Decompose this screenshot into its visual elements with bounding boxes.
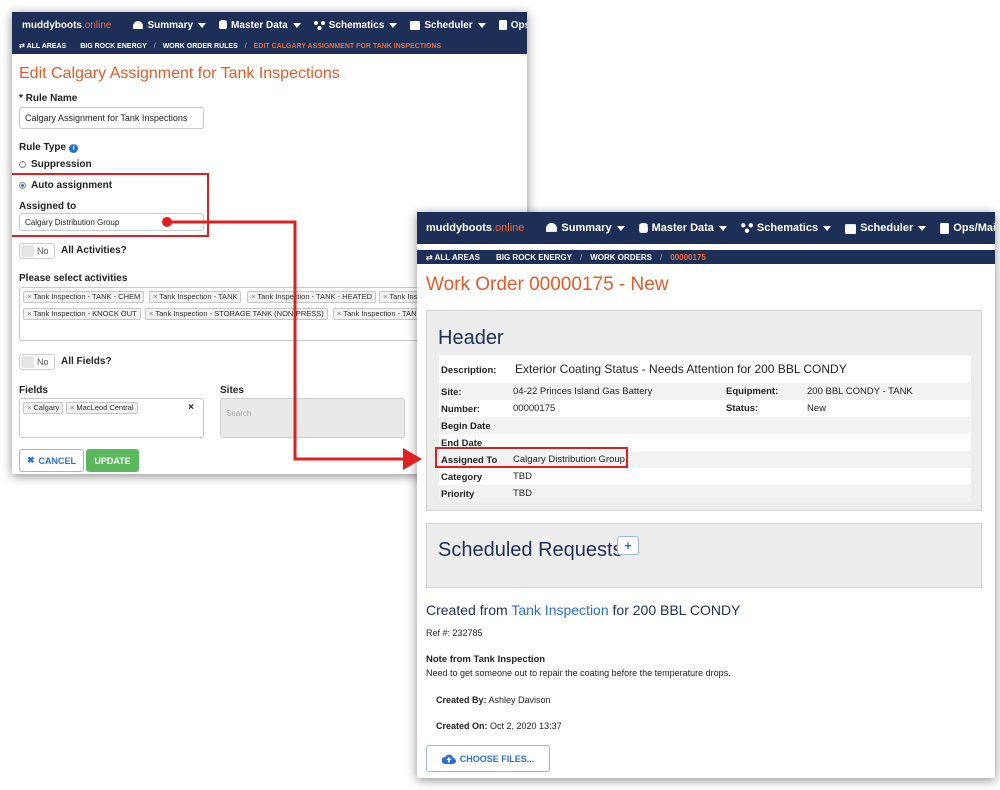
radio-icon — [19, 160, 26, 168]
detail-row: Begin Date — [439, 417, 971, 434]
detail-row: Site: 04-22 Princes Island Gas Battery Equ… — [439, 383, 971, 400]
rule-type-label: Rule Type i — [19, 142, 79, 153]
fields-select[interactable]: × Calgary × MacLeod Central × — [19, 398, 204, 438]
nav-scheduler[interactable]: Scheduler — [845, 222, 927, 234]
rule-name-label: * Rule Name — [19, 93, 78, 104]
work-order-window: muddyboots.online Summary Master Data Sc… — [417, 212, 995, 778]
activity-tag[interactable]: × Tank Inspection - TANK - HEATED — [247, 291, 377, 303]
database-icon — [219, 20, 228, 29]
note-title: Note from Tank Inspection — [426, 654, 546, 665]
fields-label: Fields — [19, 385, 48, 396]
dashboard-icon — [133, 20, 144, 29]
header-details: Description: Exterior Coating Status - Ne… — [439, 355, 971, 502]
all-activities-label: All Activities? — [61, 245, 127, 256]
cloud-upload-icon — [441, 754, 456, 764]
activity-tag[interactable]: × Tank Inspection - KNOCK OUT — [23, 308, 141, 320]
clear-icon[interactable]: × — [188, 402, 194, 413]
activity-tag[interactable]: × Tank Inspection - TAN — [333, 308, 421, 320]
crumb-company[interactable]: BIG ROCK ENERGY — [496, 253, 572, 262]
created-from-line: Created from Tank Inspection for 200 BBL… — [426, 602, 741, 618]
checklist-icon — [940, 222, 950, 234]
created-on: Created On: Oct 2, 2020 13:37 — [436, 721, 562, 731]
schematics-icon — [313, 20, 325, 30]
info-icon[interactable]: i — [69, 144, 79, 153]
detail-row: Priority TBD — [439, 485, 971, 502]
created-by: Created By: Ashley Davison — [436, 695, 551, 705]
all-activities-toggle[interactable]: No — [19, 243, 55, 259]
activity-tag[interactable]: × Tank Inspection - TANK — [149, 291, 242, 303]
crumb-all-areas[interactable]: ⇄ ALL AREAS — [426, 253, 488, 262]
nav-summary[interactable]: Summary — [546, 222, 625, 234]
nav-summary[interactable]: Summary — [133, 20, 207, 31]
nav-schematics[interactable]: Schematics — [313, 20, 398, 31]
highlight-assigned-to — [12, 173, 209, 237]
checklist-icon — [498, 20, 507, 30]
database-icon — [638, 222, 648, 233]
add-request-button[interactable]: + — [617, 536, 639, 555]
activity-tag[interactable]: × Tank Ins — [379, 291, 422, 303]
scheduled-requests-panel: Scheduled Requests + — [426, 523, 982, 588]
crumb-company[interactable]: BIG ROCK ENERGY — [80, 43, 147, 50]
crumb-current: 00000175 — [670, 252, 706, 262]
calendar-icon — [845, 223, 857, 234]
highlight-assigned-to — [435, 447, 628, 468]
tank-inspection-link[interactable]: Tank Inspection — [511, 602, 608, 618]
crumb-current: EDIT CALGARY ASSIGNMENT FOR TANK INSPECT… — [253, 42, 442, 50]
header-panel: Header Description: Exterior Coating Stat… — [426, 310, 982, 511]
schematics-icon — [740, 223, 753, 233]
calendar-icon — [410, 21, 421, 30]
choose-files-button[interactable]: CHOOSE FILES... — [426, 745, 550, 772]
field-tag[interactable]: × MacLeod Central — [66, 402, 138, 414]
nav-ops-maintenance[interactable]: Ops/Maintenance — [498, 20, 527, 31]
top-nav: muddyboots.online Summary Master Data Sc… — [12, 12, 527, 38]
top-nav: muddyboots.online Summary Master Data Sc… — [417, 212, 995, 244]
scheduled-requests-title: Scheduled Requests — [438, 539, 623, 561]
dashboard-icon — [546, 223, 558, 232]
activities-label: Please select activities — [19, 273, 128, 284]
ref-number: Ref #: 232785 — [426, 628, 483, 638]
sites-placeholder: Search — [226, 409, 252, 418]
all-fields-toggle[interactable]: No — [19, 354, 55, 370]
activity-tag[interactable]: × Tank Inspection - TANK - CHEM — [23, 291, 145, 303]
rule-name-input[interactable]: Calgary Assignment for Tank Inspections — [19, 107, 204, 129]
detail-row: Category TBD — [439, 468, 971, 485]
nav-master-data[interactable]: Master Data — [638, 222, 727, 234]
crumb-all-areas[interactable]: ⇄ ALL AREAS — [19, 42, 73, 50]
breadcrumb: ⇄ ALL AREAS BIG ROCK ENERGY / WORK ORDER… — [12, 38, 527, 54]
sites-select[interactable]: Search — [220, 398, 405, 438]
close-icon: ✖ — [26, 455, 35, 465]
header-title: Header — [438, 327, 504, 349]
crumb-work-orders[interactable]: WORK ORDERS — [590, 253, 652, 262]
radio-suppression[interactable]: Suppression — [19, 159, 92, 170]
all-fields-label: All Fields? — [61, 356, 112, 367]
nav-master-data[interactable]: Master Data — [219, 20, 301, 31]
logo[interactable]: muddyboots.online — [22, 20, 111, 31]
page-title: Work Order 00000175 - New — [426, 274, 669, 295]
page-title: Edit Calgary Assignment for Tank Inspect… — [19, 65, 340, 82]
activities-select[interactable]: × Tank Inspection - TANK - CHEM × Tank Ins… — [19, 287, 439, 341]
rule-name-value: Calgary Assignment for Tank Inspections — [25, 113, 188, 123]
detail-row: Number: 00000175 Status: New — [439, 400, 971, 417]
crumb-rules[interactable]: WORK ORDER RULES — [163, 43, 238, 50]
cancel-button[interactable]: ✖ CANCEL — [19, 449, 84, 472]
activity-tag[interactable]: × Tank Inspection - STORAGE TANK (NON-PRE… — [145, 308, 328, 320]
nav-schematics[interactable]: Schematics — [740, 222, 832, 234]
update-button[interactable]: UPDATE — [86, 449, 139, 472]
note-text: Need to get someone out to repair the co… — [426, 668, 731, 678]
nav-ops-maintenance[interactable]: Ops/Maintenance — [940, 222, 995, 234]
nav-scheduler[interactable]: Scheduler — [410, 20, 486, 31]
sites-label: Sites — [220, 385, 244, 396]
logo[interactable]: muddyboots.online — [426, 222, 524, 234]
field-tag[interactable]: × Calgary — [23, 402, 64, 414]
detail-row: Description: Exterior Coating Status - Ne… — [439, 355, 971, 383]
breadcrumb: ⇄ ALL AREAS BIG ROCK ENERGY / WORK ORDER… — [417, 250, 995, 264]
